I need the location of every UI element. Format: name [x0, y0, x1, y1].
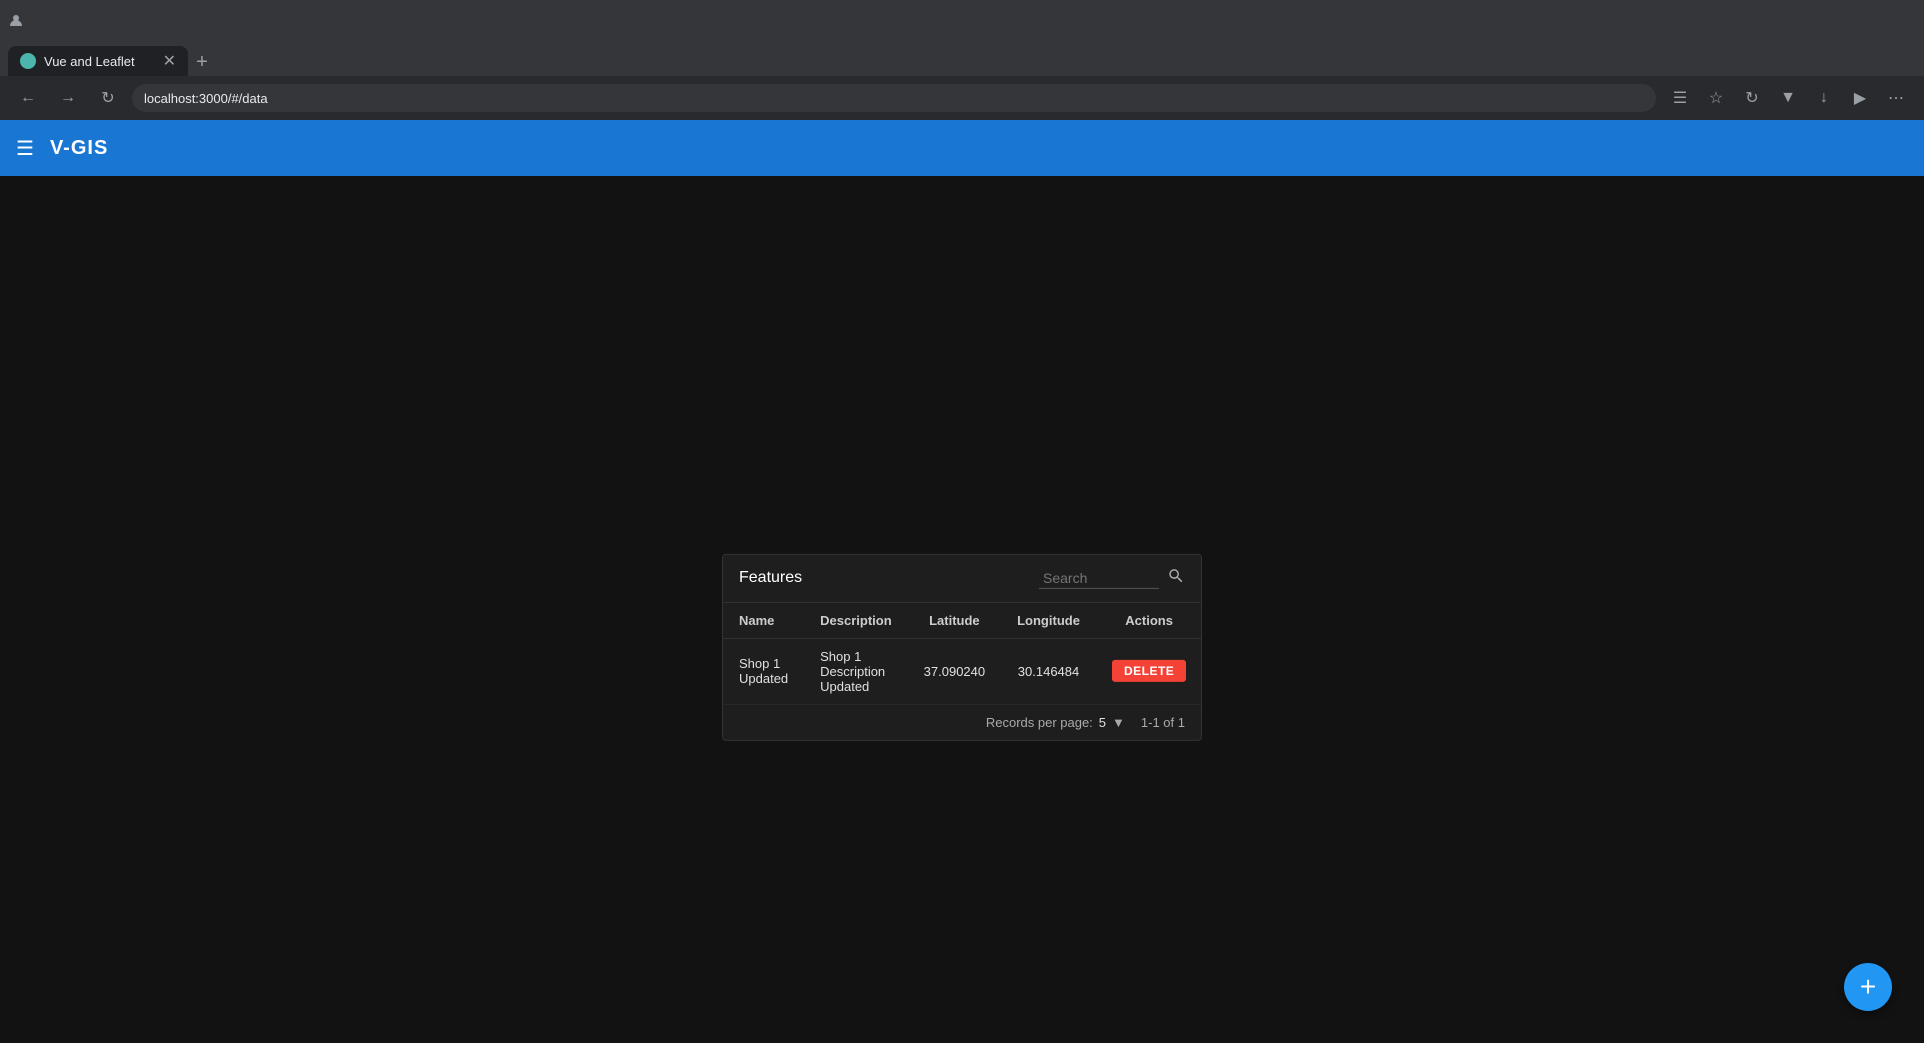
reload-button[interactable]: ↻	[92, 82, 124, 114]
browser-profile-icon[interactable]	[8, 12, 24, 28]
browser-tabs: Vue and Leaflet ✕ +	[0, 40, 1924, 76]
active-tab[interactable]: Vue and Leaflet ✕	[8, 46, 188, 76]
add-feature-fab[interactable]: +	[1844, 963, 1892, 1011]
app-content: Features Name Description Latitude	[0, 176, 1924, 1043]
table-wrapper: Name Description Latitude Longitude Acti…	[723, 601, 1201, 704]
card-header: Features	[723, 554, 1201, 601]
app-header: ☰ V-GIS	[0, 120, 1924, 176]
search-area	[1039, 566, 1185, 589]
cell-latitude: 37.090240	[908, 638, 1001, 704]
cell-name: Shop 1 Updated	[723, 638, 804, 704]
more-button[interactable]: ⋯	[1880, 82, 1912, 114]
read-mode-button[interactable]: ☰	[1664, 82, 1696, 114]
pagination-info: 1-1 of 1	[1141, 714, 1185, 729]
tab-title: Vue and Leaflet	[44, 54, 135, 69]
download-button[interactable]: ↓	[1808, 82, 1840, 114]
delete-button[interactable]: DELETE	[1112, 660, 1186, 682]
extension-button[interactable]: ▼	[1772, 82, 1804, 114]
card-title: Features	[739, 569, 802, 587]
forward-button[interactable]: →	[52, 82, 84, 114]
tab-close-button[interactable]: ✕	[163, 51, 176, 71]
address-bar[interactable]: localhost:3000/#/data	[132, 84, 1656, 112]
per-page-chevron-icon[interactable]: ▼	[1112, 714, 1125, 729]
cell-actions: DELETE	[1096, 638, 1202, 704]
table-header: Name Description Latitude Longitude Acti…	[723, 602, 1202, 638]
bookmark-button[interactable]: ☆	[1700, 82, 1732, 114]
fab-plus-icon: +	[1860, 971, 1876, 1003]
search-input[interactable]	[1039, 567, 1159, 588]
features-table: Name Description Latitude Longitude Acti…	[723, 601, 1202, 704]
back-button[interactable]: ←	[12, 82, 44, 114]
search-icon[interactable]	[1167, 566, 1185, 589]
records-per-page: Records per page: 5 ▼	[986, 714, 1125, 729]
browser-titlebar	[0, 0, 1924, 40]
per-page-value: 5	[1099, 714, 1106, 729]
card-footer: Records per page: 5 ▼ 1-1 of 1	[723, 704, 1201, 739]
sync-button[interactable]: ▶	[1844, 82, 1876, 114]
browser-chrome: Vue and Leaflet ✕ + ← → ↻ localhost:3000…	[0, 0, 1924, 120]
refresh-button[interactable]: ↻	[1736, 82, 1768, 114]
window-controls	[8, 12, 24, 28]
col-actions: Actions	[1096, 602, 1202, 638]
browser-navbar: ← → ↻ localhost:3000/#/data ☰ ☆ ↻ ▼ ↓ ▶ …	[0, 76, 1924, 120]
table-row: Shop 1 Updated Shop 1 Description Update…	[723, 638, 1202, 704]
table-body: Shop 1 Updated Shop 1 Description Update…	[723, 638, 1202, 704]
app-title: V-GIS	[50, 137, 108, 160]
nav-actions: ☰ ☆ ↻ ▼ ↓ ▶ ⋯	[1664, 82, 1912, 114]
col-latitude: Latitude	[908, 602, 1001, 638]
tab-favicon	[20, 53, 36, 69]
records-per-page-label: Records per page:	[986, 714, 1093, 729]
new-tab-button[interactable]: +	[188, 48, 216, 76]
cell-description: Shop 1 Description Updated	[804, 638, 908, 704]
address-text: localhost:3000/#/data	[144, 91, 268, 106]
hamburger-menu-icon[interactable]: ☰	[16, 136, 34, 161]
col-description: Description	[804, 602, 908, 638]
cell-longitude: 30.146484	[1001, 638, 1096, 704]
col-longitude: Longitude	[1001, 602, 1096, 638]
features-card: Features Name Description Latitude	[722, 553, 1202, 740]
col-name: Name	[723, 602, 804, 638]
